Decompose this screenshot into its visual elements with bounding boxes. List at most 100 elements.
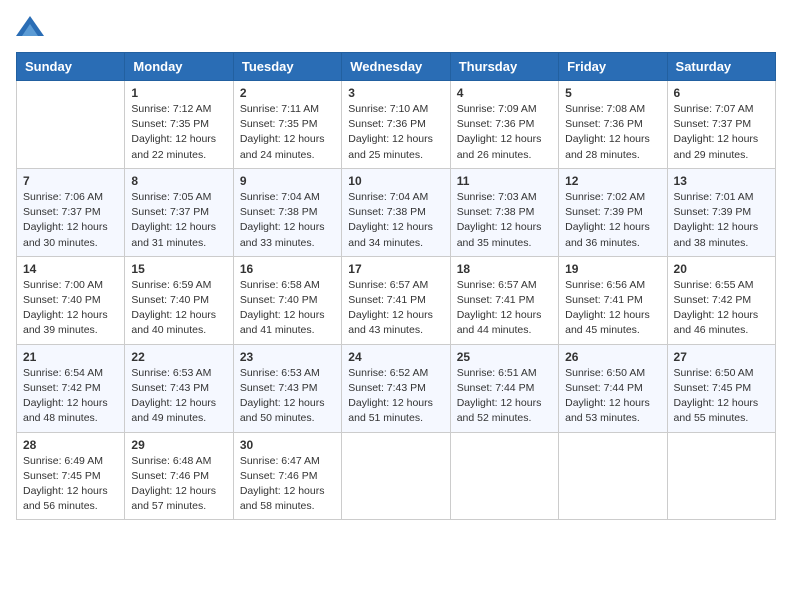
daylight-text: Daylight: 12 hours and 43 minutes. (348, 309, 433, 336)
calendar-day-cell: 30Sunrise: 6:47 AMSunset: 7:46 PMDayligh… (233, 432, 341, 520)
calendar-day-cell: 8Sunrise: 7:05 AMSunset: 7:37 PMDaylight… (125, 168, 233, 256)
day-number: 28 (23, 438, 118, 452)
sunset-text: Sunset: 7:41 PM (457, 294, 535, 306)
calendar-day-cell (342, 432, 450, 520)
calendar-day-cell: 15Sunrise: 6:59 AMSunset: 7:40 PMDayligh… (125, 256, 233, 344)
daylight-text: Daylight: 12 hours and 58 minutes. (240, 485, 325, 512)
daylight-text: Daylight: 12 hours and 25 minutes. (348, 133, 433, 160)
day-of-week-header: Thursday (450, 53, 558, 81)
calendar-day-cell: 3 Sunrise: 7:10 AMSunset: 7:36 PMDaylight… (342, 81, 450, 169)
sunrise-text: Sunrise: 7:10 AM (348, 103, 428, 115)
day-number: 16 (240, 262, 335, 276)
day-info: Sunrise: 7:09 AMSunset: 7:36 PMDaylight:… (457, 102, 552, 163)
sunset-text: Sunset: 7:35 PM (240, 118, 318, 130)
logo-icon (16, 16, 44, 40)
calendar-day-cell: 4 Sunrise: 7:09 AMSunset: 7:36 PMDaylight… (450, 81, 558, 169)
calendar-day-cell: 24Sunrise: 6:52 AMSunset: 7:43 PMDayligh… (342, 344, 450, 432)
day-number: 20 (674, 262, 769, 276)
daylight-text: Daylight: 12 hours and 28 minutes. (565, 133, 650, 160)
calendar-day-cell: 13 Sunrise: 7:01 AMSunset: 7:39 PMDayligh… (667, 168, 775, 256)
sunset-text: Sunset: 7:37 PM (23, 206, 101, 218)
calendar-day-cell (17, 81, 125, 169)
day-info: Sunrise: 7:11 AMSunset: 7:35 PMDaylight:… (240, 102, 335, 163)
day-number: 22 (131, 350, 226, 364)
day-of-week-header: Saturday (667, 53, 775, 81)
calendar-week-row: 7 Sunrise: 7:06 AMSunset: 7:37 PMDaylight… (17, 168, 776, 256)
day-number: 4 (457, 86, 552, 100)
day-info: Sunrise: 6:51 AMSunset: 7:44 PMDaylight:… (457, 366, 552, 427)
daylight-text: Daylight: 12 hours and 52 minutes. (457, 397, 542, 424)
sunrise-text: Sunrise: 7:12 AM (131, 103, 211, 115)
sunrise-text: Sunrise: 6:57 AM (457, 279, 537, 291)
day-info: Sunrise: 7:06 AMSunset: 7:37 PMDaylight:… (23, 190, 118, 251)
day-number: 14 (23, 262, 118, 276)
calendar-day-cell: 20Sunrise: 6:55 AMSunset: 7:42 PMDayligh… (667, 256, 775, 344)
day-info: Sunrise: 6:49 AMSunset: 7:45 PMDaylight:… (23, 454, 118, 515)
sunrise-text: Sunrise: 6:55 AM (674, 279, 754, 291)
sunset-text: Sunset: 7:45 PM (674, 382, 752, 394)
sunrise-text: Sunrise: 7:00 AM (23, 279, 103, 291)
calendar-table: SundayMondayTuesdayWednesdayThursdayFrid… (16, 52, 776, 520)
daylight-text: Daylight: 12 hours and 35 minutes. (457, 221, 542, 248)
calendar-day-cell: 18Sunrise: 6:57 AMSunset: 7:41 PMDayligh… (450, 256, 558, 344)
sunset-text: Sunset: 7:44 PM (565, 382, 643, 394)
sunrise-text: Sunrise: 6:47 AM (240, 455, 320, 467)
sunrise-text: Sunrise: 6:48 AM (131, 455, 211, 467)
calendar-week-row: 21Sunrise: 6:54 AMSunset: 7:42 PMDayligh… (17, 344, 776, 432)
sunset-text: Sunset: 7:46 PM (240, 470, 318, 482)
sunset-text: Sunset: 7:40 PM (131, 294, 209, 306)
sunrise-text: Sunrise: 7:01 AM (674, 191, 754, 203)
calendar-day-cell: 2Sunrise: 7:11 AMSunset: 7:35 PMDaylight… (233, 81, 341, 169)
day-of-week-header: Sunday (17, 53, 125, 81)
calendar-day-cell: 27Sunrise: 6:50 AMSunset: 7:45 PMDayligh… (667, 344, 775, 432)
day-number: 12 (565, 174, 660, 188)
sunrise-text: Sunrise: 6:56 AM (565, 279, 645, 291)
calendar-day-cell: 12 Sunrise: 7:02 AMSunset: 7:39 PMDayligh… (559, 168, 667, 256)
day-info: Sunrise: 7:10 AMSunset: 7:36 PMDaylight:… (348, 102, 443, 163)
calendar-day-cell: 7 Sunrise: 7:06 AMSunset: 7:37 PMDaylight… (17, 168, 125, 256)
calendar-header-row: SundayMondayTuesdayWednesdayThursdayFrid… (17, 53, 776, 81)
sunrise-text: Sunrise: 7:02 AM (565, 191, 645, 203)
day-info: Sunrise: 6:47 AM Sunset: 7:46 PM Daylight:… (240, 454, 335, 515)
day-info: Sunrise: 7:01 AMSunset: 7:39 PMDaylight:… (674, 190, 769, 251)
daylight-text: Daylight: 12 hours and 40 minutes. (131, 309, 216, 336)
day-number: 23 (240, 350, 335, 364)
daylight-text: Daylight: 12 hours and 31 minutes. (131, 221, 216, 248)
sunset-text: Sunset: 7:35 PM (131, 118, 209, 130)
day-number: 1 (131, 86, 226, 100)
sunrise-text: Sunrise: 7:11 AM (240, 103, 319, 115)
daylight-text: Daylight: 12 hours and 38 minutes. (674, 221, 759, 248)
day-number: 17 (348, 262, 443, 276)
day-number: 3 (348, 86, 443, 100)
daylight-text: Daylight: 12 hours and 57 minutes. (131, 485, 216, 512)
calendar-day-cell: 6Sunrise: 7:07 AMSunset: 7:37 PMDaylight… (667, 81, 775, 169)
daylight-text: Daylight: 12 hours and 49 minutes. (131, 397, 216, 424)
sunset-text: Sunset: 7:42 PM (674, 294, 752, 306)
day-number: 7 (23, 174, 118, 188)
day-number: 19 (565, 262, 660, 276)
sunset-text: Sunset: 7:42 PM (23, 382, 101, 394)
daylight-text: Daylight: 12 hours and 29 minutes. (674, 133, 759, 160)
day-info: Sunrise: 6:59 AMSunset: 7:40 PMDaylight:… (131, 278, 226, 339)
sunset-text: Sunset: 7:46 PM (131, 470, 209, 482)
day-info: Sunrise: 6:54 AMSunset: 7:42 PMDaylight:… (23, 366, 118, 427)
daylight-text: Daylight: 12 hours and 26 minutes. (457, 133, 542, 160)
sunrise-text: Sunrise: 7:04 AM (348, 191, 428, 203)
daylight-text: Daylight: 12 hours and 33 minutes. (240, 221, 325, 248)
day-of-week-header: Friday (559, 53, 667, 81)
sunrise-text: Sunrise: 6:53 AM (131, 367, 211, 379)
day-info: Sunrise: 6:52 AMSunset: 7:43 PMDaylight:… (348, 366, 443, 427)
calendar-day-cell: 17Sunrise: 6:57 AMSunset: 7:41 PMDayligh… (342, 256, 450, 344)
sunrise-text: Sunrise: 6:50 AM (674, 367, 754, 379)
day-info: Sunrise: 6:50 AMSunset: 7:45 PMDaylight:… (674, 366, 769, 427)
day-number: 2 (240, 86, 335, 100)
sunrise-text: Sunrise: 7:03 AM (457, 191, 537, 203)
calendar-day-cell: 23 Sunrise: 6:53 AMSunset: 7:43 PMDayligh… (233, 344, 341, 432)
day-number: 13 (674, 174, 769, 188)
day-info: Sunrise: 6:53 AMSunset: 7:43 PMDaylight:… (240, 366, 335, 427)
day-info: Sunrise: 7:04 AMSunset: 7:38 PMDaylight:… (348, 190, 443, 251)
daylight-text: Daylight: 12 hours and 51 minutes. (348, 397, 433, 424)
day-info: Sunrise: 6:50 AMSunset: 7:44 PMDaylight:… (565, 366, 660, 427)
day-info: Sunrise: 7:02 AMSunset: 7:39 PMDaylight:… (565, 190, 660, 251)
calendar-week-row: 1 Sunrise: 7:12 AM Sunset: 7:35 PM Daylight… (17, 81, 776, 169)
